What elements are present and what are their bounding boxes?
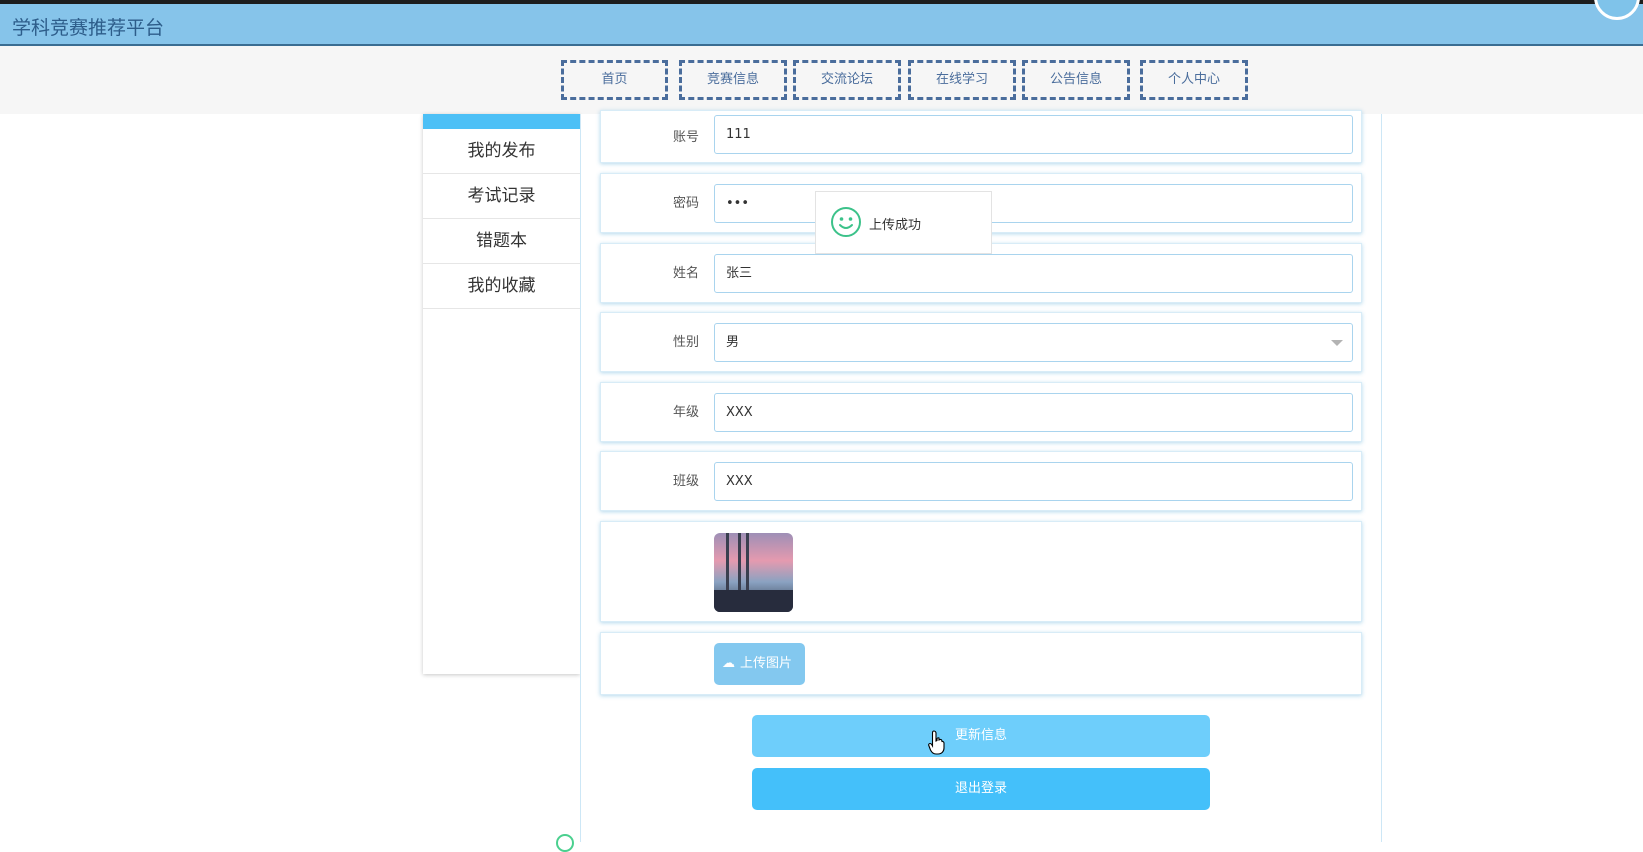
form-row-account: 账号 111 xyxy=(600,110,1362,163)
grade-label: 年级 xyxy=(672,405,699,420)
account-input[interactable]: 111 xyxy=(714,115,1353,154)
sidebar-item-my-posts[interactable]: 我的发布 xyxy=(423,129,580,174)
app-title: 学科竞赛推荐平台 xyxy=(12,17,165,39)
app-header: 学科竞赛推荐平台 xyxy=(0,0,1643,46)
smile-icon xyxy=(831,207,861,237)
form-row-avatar xyxy=(600,521,1362,622)
nav-personal-center[interactable]: 个人中心 xyxy=(1140,60,1248,100)
toast-notification: 上传成功 xyxy=(815,191,992,254)
nav-forum[interactable]: 交流论坛 xyxy=(793,60,901,100)
nav-online-learning[interactable]: 在线学习 xyxy=(908,60,1016,100)
grade-input[interactable]: XXX xyxy=(714,393,1353,432)
nav-announcements[interactable]: 公告信息 xyxy=(1022,60,1130,100)
form-row-upload: ☁ 上传图片 xyxy=(600,632,1362,695)
form-row-class: 班级 XXX xyxy=(600,451,1362,511)
update-info-button[interactable]: 更新信息 xyxy=(752,715,1210,757)
class-input[interactable]: XXX xyxy=(714,462,1353,501)
name-input[interactable]: 张三 xyxy=(714,254,1353,293)
sidebar-item-favorites[interactable]: 我的收藏 xyxy=(423,264,580,309)
sidebar-item-wrong-questions[interactable]: 错题本 xyxy=(423,219,580,264)
password-input[interactable]: ••• xyxy=(714,184,1353,223)
logout-button[interactable]: 退出登录 xyxy=(752,768,1210,810)
gender-value: 男 xyxy=(726,335,740,350)
nav-home[interactable]: 首页 xyxy=(561,60,668,100)
cloud-upload-icon: ☁ xyxy=(722,656,735,671)
sidebar-item-exam-records[interactable]: 考试记录 xyxy=(423,174,580,219)
floating-widget[interactable] xyxy=(556,834,574,852)
sidebar-active-bar xyxy=(423,114,580,129)
toast-message: 上传成功 xyxy=(869,218,922,233)
account-label: 账号 xyxy=(672,130,699,145)
form-row-grade: 年级 XXX xyxy=(600,382,1362,442)
password-label: 密码 xyxy=(672,196,699,211)
avatar-preview-image xyxy=(714,533,793,612)
top-nav: 首页 竞赛信息 交流论坛 在线学习 公告信息 个人中心 xyxy=(0,46,1643,114)
gender-label: 性别 xyxy=(672,335,699,350)
upload-image-label: 上传图片 xyxy=(740,656,793,671)
hand-pointer-icon xyxy=(928,730,945,755)
nav-competition-info[interactable]: 竞赛信息 xyxy=(679,60,787,100)
chevron-down-icon xyxy=(1331,340,1343,346)
header-avatar[interactable] xyxy=(1594,0,1640,20)
upload-image-button[interactable]: ☁ 上传图片 xyxy=(714,643,805,685)
form-row-gender: 性别 男 xyxy=(600,312,1362,372)
sidebar: 我的发布 考试记录 错题本 我的收藏 xyxy=(423,114,580,674)
class-label: 班级 xyxy=(672,474,699,489)
gender-select[interactable]: 男 xyxy=(714,323,1353,362)
name-label: 姓名 xyxy=(672,266,699,281)
